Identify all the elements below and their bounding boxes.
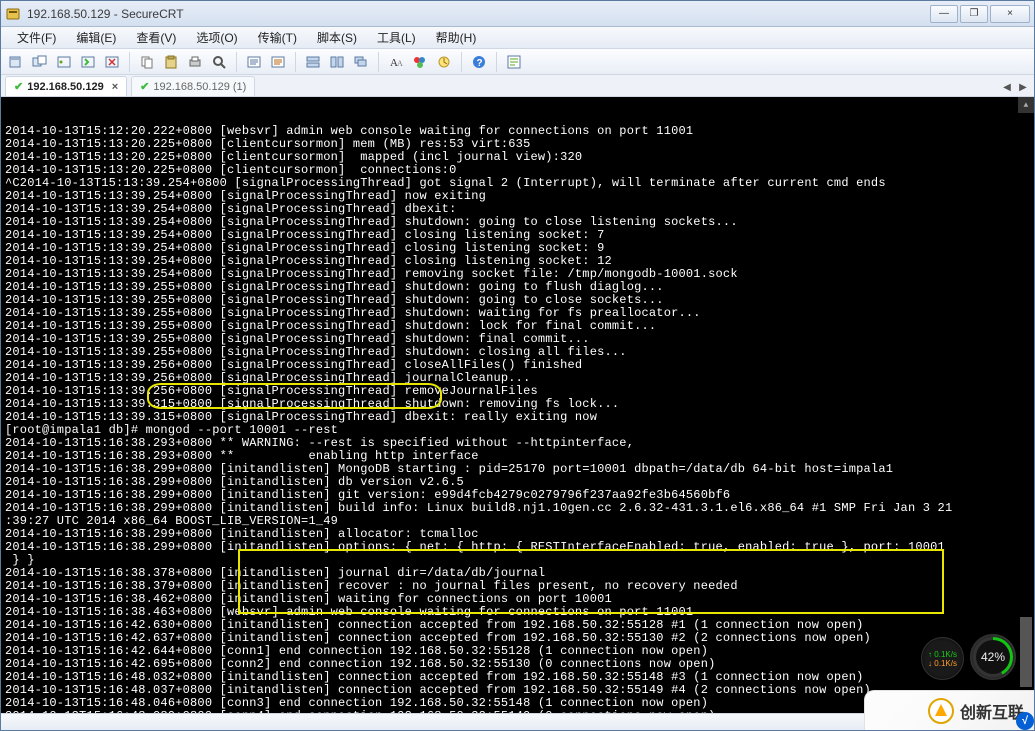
toolbar-copy-icon[interactable] [136, 51, 158, 73]
tabs-left-arrow-icon[interactable]: ◀ [1000, 80, 1014, 94]
connected-icon: ✔ [140, 80, 149, 93]
toolbar-log-icon[interactable] [503, 51, 525, 73]
toolbar-quick-connect-bar-icon[interactable] [53, 51, 75, 73]
tabs-right-arrow-icon[interactable]: ▶ [1016, 80, 1030, 94]
toolbar-tile-vertical-icon[interactable] [326, 51, 348, 73]
connected-icon: ✔ [14, 80, 23, 93]
terminal-output: 2014-10-13T15:12:20.222+0800 [websvr] ad… [5, 125, 1030, 713]
menubar: 文件(F) 编辑(E) 查看(V) 选项(O) 传输(T) 脚本(S) 工具(L… [1, 27, 1034, 49]
menu-view[interactable]: 查看(V) [126, 29, 186, 46]
app-icon [5, 6, 21, 22]
terminal-scrollbar[interactable]: ▲ ▼ [1018, 97, 1034, 713]
toolbar-colors-icon[interactable] [409, 51, 431, 73]
session-tab-label: 192.168.50.129 (1) [153, 81, 246, 93]
session-tabs: ✔ 192.168.50.129 × ✔ 192.168.50.129 (1) … [1, 75, 1034, 97]
window-title: 192.168.50.129 - SecureCRT [27, 7, 184, 21]
toolbar-find-icon[interactable] [208, 51, 230, 73]
minimize-button[interactable]: — [930, 5, 958, 23]
maximize-button[interactable]: ❐ [960, 5, 988, 23]
menu-file[interactable]: 文件(F) [7, 29, 66, 46]
tab-close-icon[interactable]: × [112, 81, 118, 93]
menu-options[interactable]: 选项(O) [186, 29, 247, 46]
session-tab-2[interactable]: ✔ 192.168.50.129 (1) [131, 76, 255, 96]
terminal-pane[interactable]: 2014-10-13T15:12:20.222+0800 [websvr] ad… [1, 97, 1034, 713]
toolbar-font-icon[interactable]: AA [385, 51, 407, 73]
svg-text:A: A [397, 59, 403, 68]
toolbar-paste-icon[interactable] [160, 51, 182, 73]
toolbar-print-icon[interactable] [184, 51, 206, 73]
brand-badge-icon: √ [1016, 712, 1034, 730]
svg-text:?: ? [477, 58, 483, 69]
upload-speed: ↑ 0.1K/s [928, 650, 957, 659]
scroll-thumb[interactable] [1020, 617, 1032, 687]
brand-logo-icon [928, 698, 954, 724]
session-tab-active[interactable]: ✔ 192.168.50.129 × [5, 76, 127, 96]
toolbar: AA ? [1, 49, 1034, 75]
toolbar-global-options-icon[interactable] [267, 51, 289, 73]
toolbar-help-icon[interactable]: ? [468, 51, 490, 73]
brand-text: 创新互联 [960, 699, 1024, 723]
menu-tools[interactable]: 工具(L) [367, 29, 426, 46]
brand-overlay: 创新互联 √ [864, 690, 1034, 730]
toolbar-tile-horizontal-icon[interactable] [302, 51, 324, 73]
cpu-usage-widget[interactable]: 42% [970, 634, 1016, 680]
menu-transfer[interactable]: 传输(T) [248, 29, 307, 46]
toolbar-reconnect-icon[interactable] [77, 51, 99, 73]
toolbar-new-session-icon[interactable] [5, 51, 27, 73]
session-tab-label: 192.168.50.129 [27, 81, 103, 93]
titlebar: 192.168.50.129 - SecureCRT — ❐ × [1, 1, 1034, 27]
cpu-percent-text: 42% [976, 640, 1010, 674]
menu-help[interactable]: 帮助(H) [426, 29, 487, 46]
toolbar-quick-connect-icon[interactable] [29, 51, 51, 73]
toolbar-disconnect-icon[interactable] [101, 51, 123, 73]
network-speed-widget[interactable]: ↑ 0.1K/s ↓ 0.1K/s [921, 637, 964, 680]
toolbar-session-options-icon[interactable] [243, 51, 265, 73]
download-speed: ↓ 0.1K/s [928, 659, 957, 668]
close-button[interactable]: × [990, 5, 1030, 23]
scroll-up-icon[interactable]: ▲ [1018, 97, 1034, 113]
menu-script[interactable]: 脚本(S) [307, 29, 367, 46]
toolbar-reset-icon[interactable] [433, 51, 455, 73]
menu-edit[interactable]: 编辑(E) [66, 29, 126, 46]
toolbar-cascade-icon[interactable] [350, 51, 372, 73]
